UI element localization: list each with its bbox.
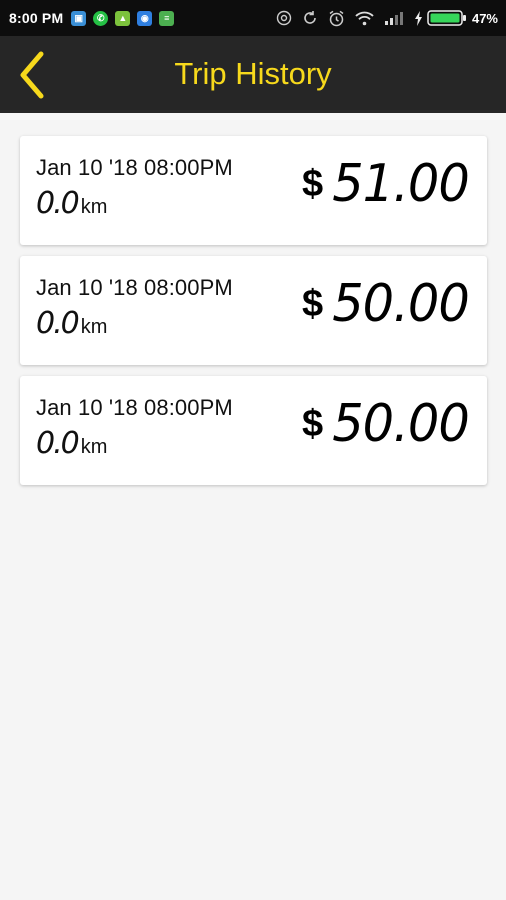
app-icon: ◉ bbox=[137, 10, 153, 26]
status-bar: 8:00 PM ▣ ✆ ▲ ◉ ≡ 47% bbox=[0, 0, 506, 36]
trip-card[interactable]: Jan 10 '18 08:00PM 0.0 km $ 51.00 bbox=[20, 136, 487, 245]
signal-icon bbox=[384, 11, 404, 25]
distance-value: 0.0 bbox=[36, 306, 80, 341]
fare-currency: $ bbox=[301, 282, 324, 325]
trip-card[interactable]: Jan 10 '18 08:00PM 0.0 km $ 50.00 bbox=[20, 256, 487, 365]
trip-distance: 0.0 km bbox=[36, 426, 107, 461]
distance-value: 0.0 bbox=[36, 426, 80, 461]
distance-unit: km bbox=[80, 436, 108, 458]
trip-date: Jan 10 '18 08:00PM bbox=[36, 155, 233, 180]
trip-distance: 0.0 km bbox=[36, 306, 107, 341]
fare-amount: 50.00 bbox=[332, 274, 470, 334]
status-time: 8:00 PM bbox=[9, 10, 64, 26]
notes-icon: ≡ bbox=[159, 10, 175, 26]
status-bar-right: 47% bbox=[266, 10, 498, 27]
android-icon: ▲ bbox=[115, 10, 131, 26]
distance-unit: km bbox=[80, 196, 108, 218]
whatsapp-icon: ✆ bbox=[93, 10, 109, 26]
alarm-icon bbox=[328, 10, 345, 27]
trip-date: Jan 10 '18 08:00PM bbox=[36, 275, 233, 300]
distance-value: 0.0 bbox=[36, 186, 80, 221]
trip-distance: 0.0 km bbox=[36, 186, 107, 221]
trip-fare: $ 50.00 bbox=[301, 394, 470, 454]
fare-amount: 51.00 bbox=[332, 154, 470, 214]
trip-fare: $ 51.00 bbox=[301, 154, 470, 214]
gallery-icon: ▣ bbox=[71, 10, 87, 26]
app-bar: Trip History bbox=[0, 36, 506, 113]
fare-currency: $ bbox=[301, 162, 324, 205]
status-bar-left: 8:00 PM ▣ ✆ ▲ ◉ ≡ bbox=[9, 10, 181, 26]
fare-currency: $ bbox=[301, 402, 324, 445]
sync-icon bbox=[302, 10, 318, 26]
trip-card[interactable]: Jan 10 '18 08:00PM 0.0 km $ 50.00 bbox=[20, 376, 487, 485]
trip-fare: $ 50.00 bbox=[301, 274, 470, 334]
battery-icon bbox=[427, 10, 467, 26]
charging-icon bbox=[414, 10, 423, 26]
fare-amount: 50.00 bbox=[332, 394, 470, 454]
wifi-icon bbox=[355, 11, 374, 26]
distance-unit: km bbox=[80, 316, 108, 338]
battery-percent: 47% bbox=[471, 10, 498, 26]
trip-list: Jan 10 '18 08:00PM 0.0 km $ 51.00 Jan 10… bbox=[20, 136, 487, 496]
page-title: Trip History bbox=[174, 56, 332, 91]
trip-date: Jan 10 '18 08:00PM bbox=[36, 395, 233, 420]
hotspot-icon bbox=[276, 10, 292, 26]
